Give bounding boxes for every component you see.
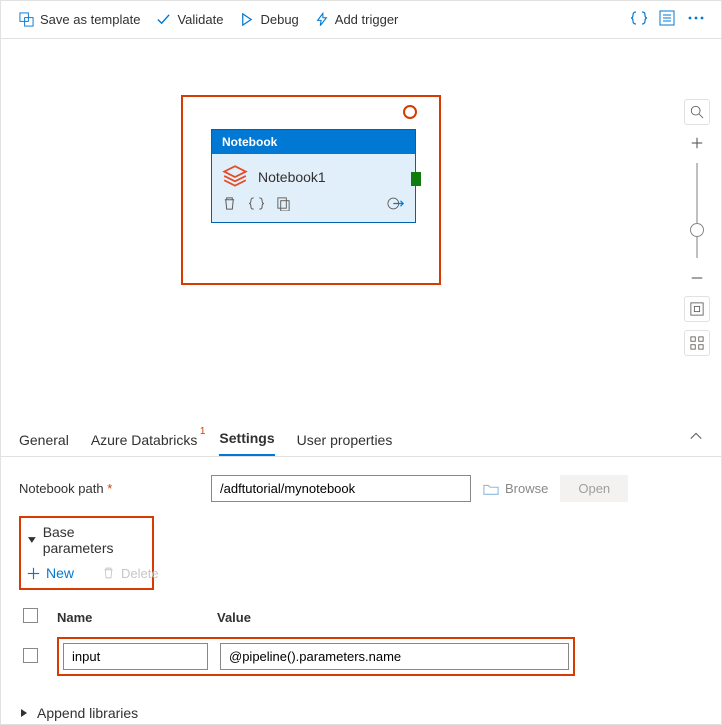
properties-button[interactable] (653, 6, 681, 33)
new-parameter-button[interactable]: New (27, 565, 74, 581)
parameters-table: Name Value (19, 602, 579, 679)
more-button[interactable] (681, 6, 711, 33)
annotation-highlight (57, 637, 575, 676)
braces-icon (631, 10, 647, 26)
activity-output-button[interactable] (387, 196, 405, 214)
browse-button[interactable]: Browse (483, 481, 548, 496)
template-icon (19, 12, 34, 27)
delete-activity-button[interactable] (222, 196, 237, 214)
save-as-template-button[interactable]: Save as template (11, 8, 148, 31)
canvas-tools (683, 99, 711, 356)
trash-icon (102, 566, 115, 580)
save-as-template-label: Save as template (40, 12, 140, 27)
column-header-value: Value (213, 602, 579, 634)
ellipsis-icon (687, 10, 705, 26)
activity-tabs: General Azure Databricks 1 Settings User… (1, 419, 721, 457)
validate-label: Validate (177, 12, 223, 27)
clone-activity-button[interactable] (276, 196, 291, 214)
play-icon (239, 12, 254, 27)
fit-to-screen-button[interactable] (684, 296, 710, 322)
param-value-input[interactable] (220, 643, 569, 670)
folder-icon (483, 482, 499, 496)
append-libraries-toggle[interactable]: Append libraries (19, 705, 703, 721)
search-icon (690, 105, 704, 119)
arrow-right-circle-icon (387, 196, 405, 211)
add-trigger-button[interactable]: Add trigger (307, 8, 407, 31)
copy-icon (276, 196, 291, 211)
select-all-checkbox[interactable] (23, 608, 38, 623)
minus-icon (690, 271, 704, 285)
zoom-slider[interactable] (696, 163, 698, 258)
tab-azure-databricks[interactable]: Azure Databricks 1 (91, 432, 198, 456)
notebook-path-label: Notebook path * (19, 481, 199, 496)
add-trigger-label: Add trigger (335, 12, 399, 27)
chevron-up-icon (689, 429, 703, 443)
activity-node-title: Notebook1 (258, 169, 326, 185)
check-icon (156, 12, 171, 27)
collapse-panel-button[interactable] (689, 429, 703, 446)
grid-icon (690, 336, 704, 350)
activity-node[interactable]: Notebook Notebook1 (211, 129, 416, 223)
table-row (19, 634, 579, 679)
list-icon (659, 10, 675, 26)
success-connector[interactable] (411, 172, 421, 186)
zoom-in-button[interactable] (684, 133, 710, 153)
tab-settings[interactable]: Settings (219, 430, 274, 456)
settings-panel: Notebook path * Browse Open Base paramet… (1, 457, 721, 721)
column-header-name: Name (53, 602, 213, 634)
fit-icon (690, 302, 704, 316)
pipeline-canvas[interactable]: Notebook Notebook1 (1, 39, 721, 419)
tab-user-properties[interactable]: User properties (297, 432, 393, 456)
triangle-right-icon (19, 708, 29, 718)
plus-icon (690, 136, 704, 150)
debug-button[interactable]: Debug (231, 8, 306, 31)
lightning-icon (315, 12, 329, 27)
debug-label: Debug (260, 12, 298, 27)
code-button[interactable] (625, 6, 653, 33)
notebook-path-input[interactable] (211, 475, 471, 502)
annotation-highlight: Base parameters New Delete (19, 516, 154, 590)
validation-count-badge: 1 (200, 426, 206, 437)
triangle-down-icon (27, 535, 37, 545)
row-checkbox[interactable] (23, 648, 38, 663)
plus-icon (27, 567, 40, 580)
databricks-icon (222, 164, 248, 190)
base-parameters-toggle[interactable]: Base parameters (27, 524, 146, 556)
zoom-out-button[interactable] (684, 268, 710, 288)
braces-icon (249, 196, 264, 211)
param-name-input[interactable] (63, 643, 208, 670)
auto-align-button[interactable] (684, 330, 710, 356)
validate-button[interactable]: Validate (148, 8, 231, 31)
top-toolbar: Save as template Validate Debug Add trig… (1, 1, 721, 39)
trash-icon (222, 196, 237, 211)
open-button[interactable]: Open (560, 475, 628, 502)
validation-error-icon (403, 105, 417, 119)
zoom-slider-thumb[interactable] (690, 223, 704, 237)
search-canvas-button[interactable] (684, 99, 710, 125)
delete-parameter-button: Delete (102, 566, 159, 581)
activity-node-header: Notebook (212, 130, 415, 154)
tab-general[interactable]: General (19, 432, 69, 456)
activity-code-button[interactable] (249, 196, 264, 214)
